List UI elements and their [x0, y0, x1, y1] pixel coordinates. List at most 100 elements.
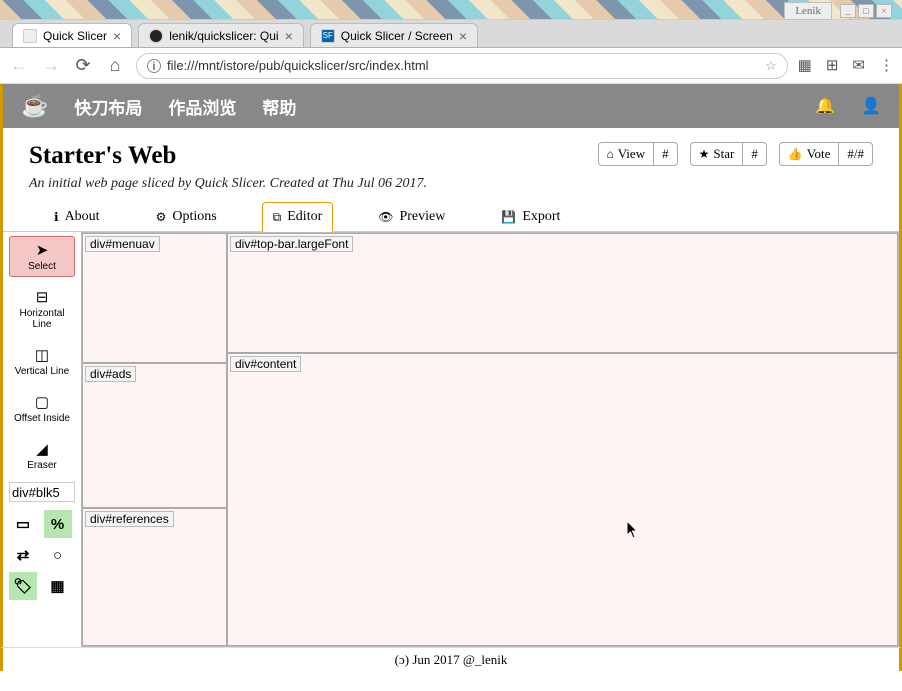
- tool-tag[interactable]: 🏷: [9, 572, 37, 600]
- view-count[interactable]: #: [654, 142, 678, 166]
- tool-unit-percent[interactable]: %: [44, 510, 72, 538]
- menu-help[interactable]: 帮助: [262, 94, 296, 119]
- mail-icon[interactable]: ✉: [852, 56, 865, 75]
- menu-gallery[interactable]: 作品浏览: [168, 94, 236, 119]
- block-label: div#content: [230, 356, 301, 372]
- menu-layout[interactable]: 快刀布局: [74, 94, 142, 119]
- url-text: file:///mnt/istore/pub/quickslicer/src/i…: [167, 58, 429, 73]
- tool-eraser-label: Eraser: [27, 460, 56, 471]
- star-button[interactable]: ★Star: [690, 142, 744, 166]
- bookmark-star-icon[interactable]: ☆: [765, 58, 777, 74]
- view-button-group: ⌂ View #: [598, 142, 678, 166]
- circle-icon: ○: [53, 547, 62, 564]
- window-close[interactable]: ×: [876, 4, 892, 18]
- app-header: ☕ 快刀布局 作品浏览 帮助 🔔 👤: [0, 84, 902, 128]
- tab-close-icon[interactable]: ×: [459, 28, 467, 44]
- bell-icon[interactable]: 🔔: [815, 96, 835, 116]
- block-topbar[interactable]: div#top-bar.largeFont: [227, 233, 898, 353]
- browser-menu-icon[interactable]: ⋮: [879, 56, 894, 75]
- tool-vertical-line[interactable]: ◫ Vertical Line: [9, 341, 75, 382]
- block-references[interactable]: div#references: [82, 508, 227, 646]
- tab-options[interactable]: ⚙ Options: [145, 202, 228, 231]
- tool-swap[interactable]: ⇄: [9, 541, 37, 569]
- star-icon: ★: [699, 147, 710, 162]
- browser-tab-active[interactable]: Quick Slicer ×: [12, 23, 132, 47]
- save-icon: 💾: [501, 210, 516, 225]
- tab-about-label: About: [65, 209, 100, 225]
- vote-button-group: 👍Vote #/#: [779, 142, 873, 166]
- tool-offset-inside[interactable]: ▢ Offset Inside: [9, 388, 75, 429]
- window-maximize[interactable]: □: [858, 4, 874, 18]
- tool-circle[interactable]: ○: [44, 541, 72, 569]
- star-button-group: ★Star #: [690, 142, 767, 166]
- star-label: Star: [713, 146, 734, 162]
- window-user-label: Lenik: [784, 2, 832, 20]
- site-info-icon[interactable]: i: [147, 59, 161, 73]
- tool-select[interactable]: ➤ Select: [9, 236, 75, 277]
- canvas[interactable]: div#menuav div#top-bar.largeFont div#ads…: [81, 232, 899, 647]
- nav-back-icon[interactable]: ←: [8, 55, 30, 77]
- window-minimize[interactable]: _: [840, 4, 856, 18]
- user-icon[interactable]: 👤: [861, 96, 881, 116]
- vline-icon: ◫: [35, 346, 49, 364]
- url-input[interactable]: i file:///mnt/istore/pub/quickslicer/src…: [136, 53, 788, 79]
- translate-icon[interactable]: ⊞: [826, 56, 839, 75]
- tool-hline-label: Horizontal Line: [12, 308, 72, 330]
- sf-favicon-icon: SF: [321, 29, 335, 43]
- block-content[interactable]: div#content: [227, 353, 898, 646]
- qr-icon[interactable]: ▦: [798, 56, 812, 75]
- tool-offset-label: Offset Inside: [14, 413, 70, 424]
- selected-block-label-input[interactable]: [9, 482, 75, 502]
- page-head: Starter's Web An initial web page sliced…: [3, 128, 899, 202]
- block-menuav[interactable]: div#menuav: [82, 233, 227, 363]
- block-label: div#top-bar.largeFont: [230, 236, 353, 252]
- offset-icon: ▢: [35, 393, 49, 411]
- view-button[interactable]: ⌂ View: [598, 142, 655, 166]
- footer: (ɔ) Jun 2017 @_lenik: [0, 647, 902, 671]
- crop-icon: ⧉: [273, 210, 282, 225]
- tab-close-icon[interactable]: ×: [113, 28, 121, 44]
- tab-options-label: Options: [172, 209, 216, 225]
- block-label: div#references: [85, 511, 174, 527]
- tab-preview[interactable]: 👁 Preview: [367, 202, 456, 231]
- nav-forward-icon[interactable]: →: [40, 55, 62, 77]
- browser-tab-github[interactable]: lenik/quickslicer: Qui ×: [138, 23, 304, 47]
- star-count[interactable]: #: [743, 142, 767, 166]
- vote-button[interactable]: 👍Vote: [779, 142, 840, 166]
- nav-reload-icon[interactable]: ⟳: [72, 55, 94, 77]
- nav-home-icon[interactable]: ⌂: [104, 55, 126, 77]
- tab-export[interactable]: 💾Export: [490, 202, 571, 231]
- tab-title: Quick Slicer / Screen: [341, 29, 453, 43]
- home-icon: ⌂: [607, 147, 614, 162]
- tab-close-icon[interactable]: ×: [285, 28, 293, 44]
- vote-count[interactable]: #/#: [839, 142, 873, 166]
- app-logo-icon[interactable]: ☕: [21, 93, 48, 119]
- block-label: div#ads: [85, 366, 136, 382]
- browser-url-bar: ← → ⟳ ⌂ i file:///mnt/istore/pub/quicksl…: [0, 48, 902, 84]
- eye-icon: 👁: [378, 210, 393, 225]
- tool-horizontal-line[interactable]: ⊟ Horizontal Line: [9, 283, 75, 335]
- main-tabs: ℹAbout ⚙ Options ⧉Editor 👁 Preview 💾Export: [3, 202, 899, 232]
- tool-grid[interactable]: ▦: [44, 572, 72, 600]
- github-favicon-icon: [149, 29, 163, 43]
- tool-vline-label: Vertical Line: [15, 366, 69, 377]
- tag-icon: 🏷: [13, 577, 32, 595]
- tool-unit-px[interactable]: ▭: [9, 510, 37, 538]
- hline-icon: ⊟: [36, 288, 49, 306]
- toolbox: ➤ Select ⊟ Horizontal Line ◫ Vertical Li…: [3, 232, 81, 647]
- tab-preview-label: Preview: [399, 209, 445, 225]
- tab-about[interactable]: ℹAbout: [43, 202, 111, 231]
- tab-title: lenik/quickslicer: Qui: [169, 29, 278, 43]
- px-icon: ▭: [16, 515, 30, 533]
- block-ads[interactable]: div#ads: [82, 363, 227, 508]
- footer-text: (ɔ) Jun 2017 @_lenik: [395, 652, 508, 668]
- tool-eraser[interactable]: ◢ Eraser: [9, 435, 75, 476]
- window-decoration: Lenik _ □ ×: [0, 0, 902, 20]
- swap-icon: ⇄: [17, 546, 30, 564]
- page-subtitle: An initial web page sliced by Quick Slic…: [29, 176, 427, 192]
- view-label: View: [618, 146, 645, 162]
- thumbs-up-icon: 👍: [788, 147, 803, 162]
- browser-tab-sf[interactable]: SF Quick Slicer / Screen ×: [310, 23, 478, 47]
- gear-icon: ⚙: [156, 210, 167, 225]
- tab-editor[interactable]: ⧉Editor: [262, 202, 334, 232]
